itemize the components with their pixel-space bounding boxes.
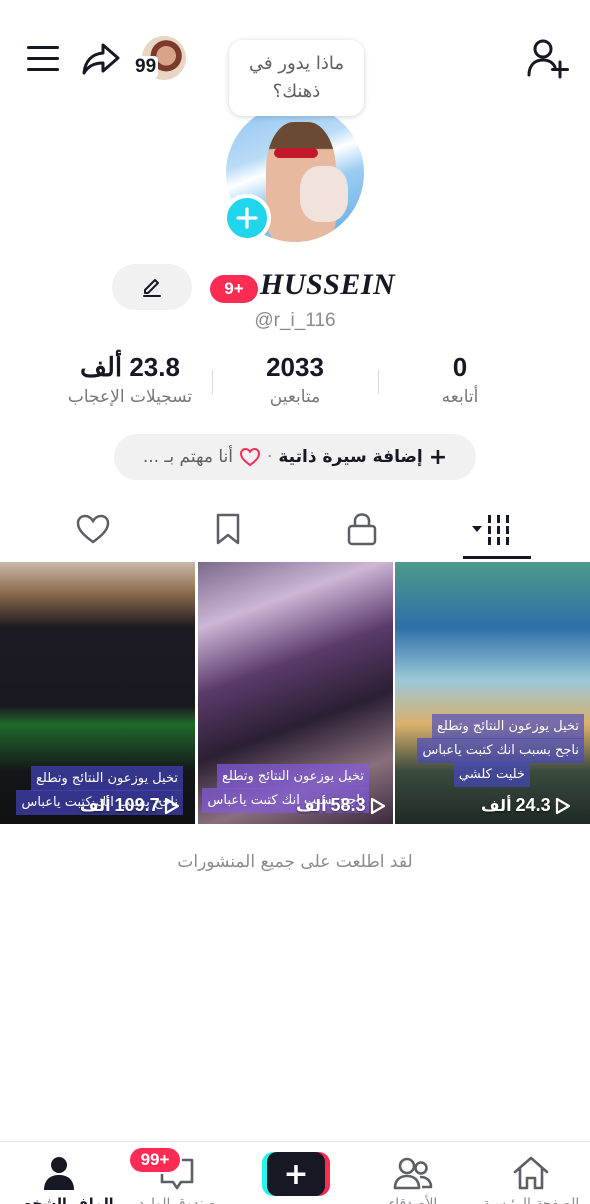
profile-icon xyxy=(39,1154,79,1192)
add-avatar-icon[interactable] xyxy=(223,194,271,242)
pencil-icon xyxy=(143,279,161,297)
inbox-badge: 99+ xyxy=(128,1146,182,1174)
stat-following-label: أتابعه xyxy=(441,387,479,407)
add-bio-label: إضافة سيرة ذاتية xyxy=(278,447,423,467)
video-caption: ناجح بسبب انك كتبت ياعباس xyxy=(417,738,584,763)
video-views-count: 24.3 xyxy=(515,795,551,815)
nav-friends[interactable]: الأصدقاء xyxy=(354,1150,472,1204)
heart-icon xyxy=(76,514,110,544)
video-tile[interactable]: تخيل يوزعون النتائج وتطلع ناجح بسبب انك … xyxy=(0,562,195,824)
menu-icon[interactable] xyxy=(24,40,62,78)
home-icon xyxy=(511,1154,551,1192)
interest-label: أنا مهتم بـ ... xyxy=(142,447,233,467)
thought-bubble[interactable]: ماذا يدور في ذهنك؟ xyxy=(229,40,364,116)
share-icon[interactable] xyxy=(80,38,122,80)
create-plus-icon: + xyxy=(267,1152,325,1196)
active-tab-indicator xyxy=(463,556,531,559)
video-tile[interactable]: تخيل يوزعون النتائج وتطلع ناجح بسبب انك … xyxy=(395,562,590,824)
edit-profile-button[interactable] xyxy=(112,264,192,310)
stat-followers[interactable]: 2033 متابعين xyxy=(205,352,385,407)
stat-following[interactable]: 0 أتابعه xyxy=(370,352,550,407)
stat-likes-value: 23.8 ألف xyxy=(80,352,180,382)
tab-saved[interactable] xyxy=(198,505,258,553)
video-views-unit: ألف xyxy=(481,796,512,815)
friends-icon xyxy=(393,1154,433,1192)
plus-icon: + xyxy=(428,444,448,470)
video-tile[interactable]: تخيل يوزعون النتائج وتطلع ناجح بسبب انك … xyxy=(198,562,393,824)
video-views-unit: ألف xyxy=(296,796,327,815)
stat-likes[interactable]: 23.8 ألف تسجيلات الإعجاب xyxy=(40,352,220,407)
stat-followers-value: 2033 xyxy=(266,352,324,382)
nav-profile[interactable]: الملف الشخصي xyxy=(0,1150,118,1204)
tab-private[interactable] xyxy=(332,505,392,553)
bookmark-icon xyxy=(216,513,240,545)
username: @r_i_116 xyxy=(254,310,336,331)
video-views: ألف 109.7 xyxy=(80,795,180,816)
add-friend-icon[interactable] xyxy=(524,36,570,82)
video-caption: تخيل يوزعون النتائج وتطلع xyxy=(217,764,369,789)
create-button[interactable]: + xyxy=(262,1152,330,1196)
all-posts-seen-note: لقد اطلعت على جميع المنشورات xyxy=(177,852,413,872)
nav-profile-label: الملف الشخصي xyxy=(4,1196,114,1204)
video-caption: خليت كلشي xyxy=(453,762,530,787)
name-badge[interactable]: 9+ xyxy=(210,275,258,303)
stat-following-value: 0 xyxy=(452,352,468,382)
add-bio-button[interactable]: + إضافة سيرة ذاتية · أنا مهتم بـ ... xyxy=(114,434,476,480)
video-caption: تخيل يوزعون النتائج وتطلع xyxy=(31,766,183,791)
video-views-count: 109.7 xyxy=(114,795,160,815)
heart-outline-icon xyxy=(239,447,260,467)
play-icon xyxy=(164,797,179,814)
tab-videos[interactable] xyxy=(462,505,522,553)
display-name: HUSSEIN xyxy=(260,268,396,301)
play-icon xyxy=(370,797,385,814)
nav-home[interactable]: الصفحة الرئيسية xyxy=(472,1150,590,1204)
nav-friends-label: الأصدقاء xyxy=(388,1196,438,1204)
lock-icon xyxy=(347,513,377,546)
stat-likes-label: تسجيلات الإعجاب xyxy=(67,387,193,407)
bio-separator: · xyxy=(266,447,273,467)
story-count: 99 xyxy=(133,56,159,78)
tab-liked[interactable] xyxy=(63,505,123,553)
nav-inbox-label: صندوق الوارد xyxy=(138,1196,216,1204)
grid-icon xyxy=(472,515,509,545)
video-views: ألف 58.3 xyxy=(296,795,386,816)
video-views-unit: ألف xyxy=(80,796,111,815)
video-views: ألف 24.3 xyxy=(481,795,571,816)
bottom-nav: الصفحة الرئيسية الأصدقاء + صندوق الوارد … xyxy=(0,1141,590,1204)
play-icon xyxy=(555,797,570,814)
stat-followers-label: متابعين xyxy=(269,387,321,407)
video-grid: تخيل يوزعون النتائج وتطلع ناجح بسبب انك … xyxy=(0,562,590,824)
video-caption: تخيل يوزعون النتائج وتطلع xyxy=(432,714,584,739)
video-views-count: 58.3 xyxy=(330,795,366,815)
nav-home-label: الصفحة الرئيسية xyxy=(482,1196,580,1204)
